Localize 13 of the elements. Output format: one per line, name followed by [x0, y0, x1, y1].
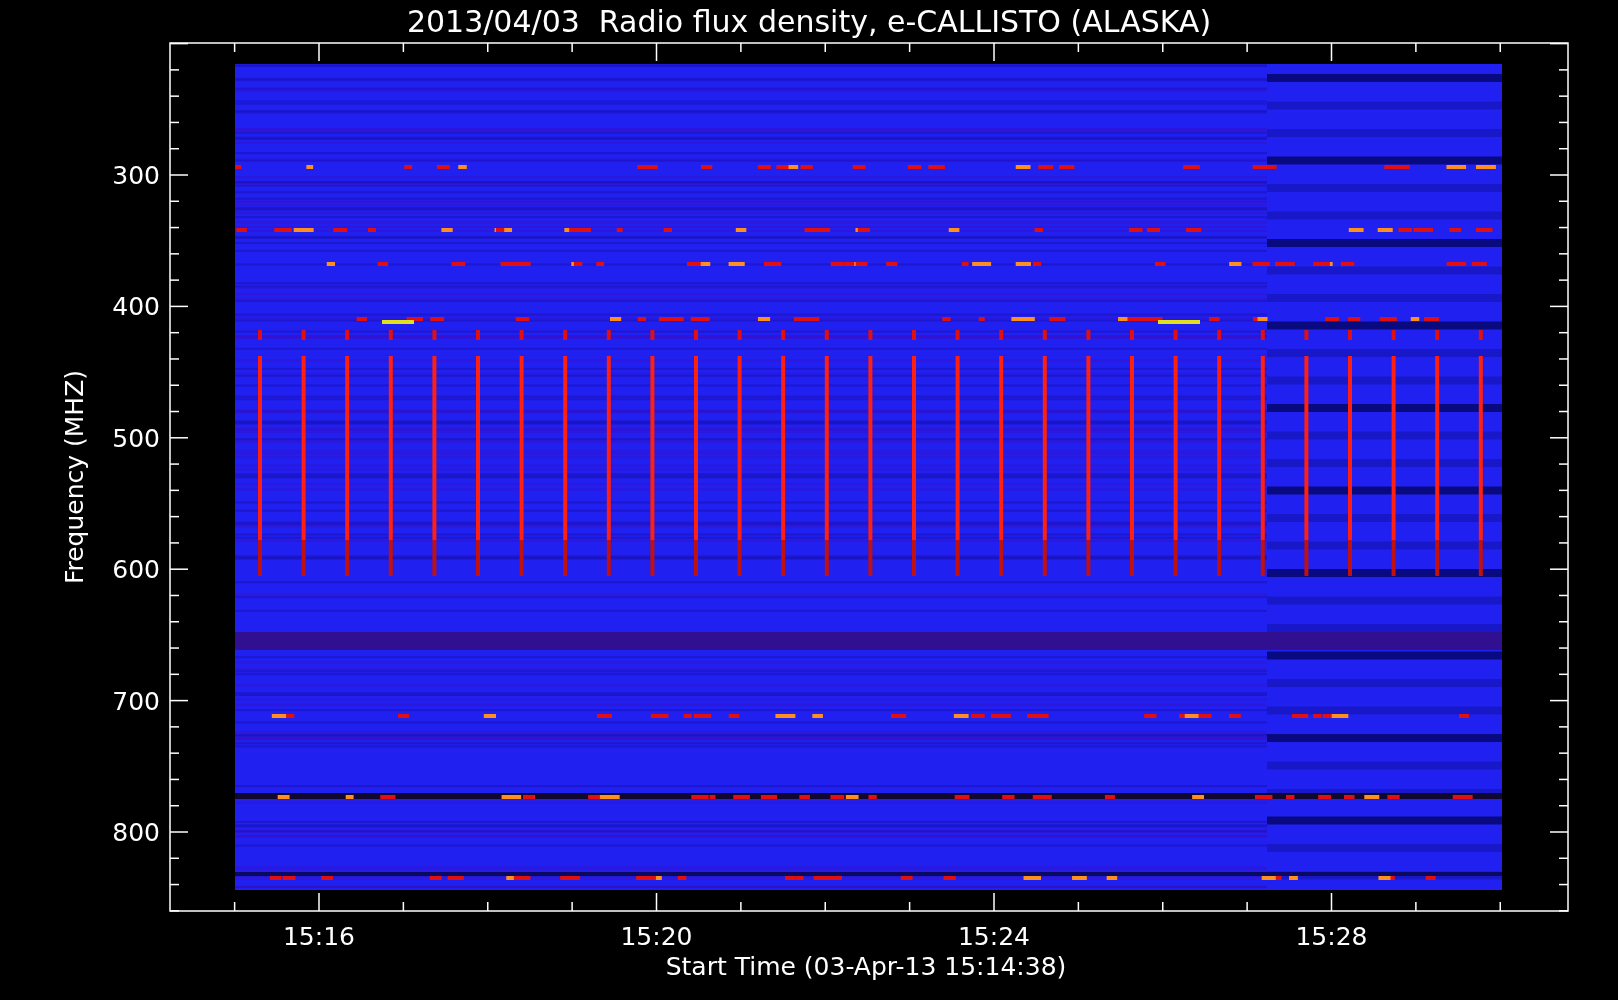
y-tick-label: 400 [112, 292, 160, 322]
chart-title: 2013/04/03 Radio flux density, e-CALLISTO (ALASKA) [406, 4, 1212, 39]
x-tick-label: 15:28 [1295, 922, 1368, 951]
y-tick-label: 700 [112, 686, 160, 716]
y-tick-label: 600 [112, 555, 160, 585]
x-axis-label: Start Time (03-Apr-13 15:14:38) [665, 952, 1067, 981]
y-tick-label: 300 [112, 161, 160, 190]
x-tick-label: 15:16 [283, 922, 355, 951]
y-tick-label: 800 [112, 818, 160, 847]
y-axis-label: Frequency (MHZ) [60, 369, 89, 585]
y-tick-label: 500 [112, 423, 160, 453]
x-tick-label: 15:20 [620, 922, 693, 951]
x-tick-label: 15:24 [958, 922, 1030, 951]
